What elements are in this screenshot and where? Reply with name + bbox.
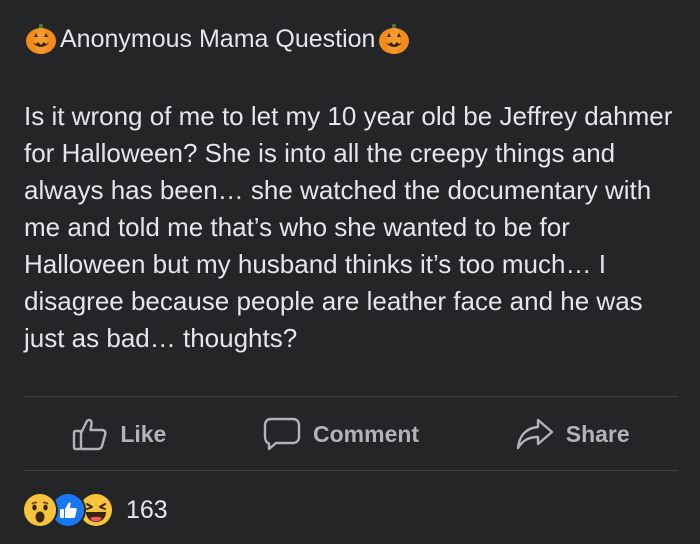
thumbs-up-icon: [72, 417, 108, 451]
post-actions: Like Comment Share: [24, 398, 678, 470]
like-button[interactable]: Like: [72, 417, 166, 451]
wow-emoji-icon: [22, 492, 58, 528]
divider: [24, 470, 678, 471]
post-header: Anonymous Mama Question: [24, 22, 411, 56]
like-label: Like: [120, 420, 167, 447]
divider: [24, 396, 678, 397]
comment-icon: [263, 417, 301, 451]
post-title: Anonymous Mama Question: [60, 24, 376, 53]
pumpkin-icon: [24, 22, 58, 56]
post-card: Anonymous Mama Question Is it wrong of m…: [0, 0, 700, 544]
share-icon: [516, 417, 554, 451]
post-body: Is it wrong of me to let my 10 year old …: [24, 101, 673, 353]
comment-button[interactable]: Comment: [263, 417, 419, 451]
comment-label: Comment: [313, 420, 420, 447]
share-button[interactable]: Share: [516, 417, 630, 451]
reaction-summary[interactable]: 163: [22, 492, 168, 528]
reaction-count: 163: [126, 495, 168, 524]
pumpkin-icon: [377, 22, 411, 56]
share-label: Share: [565, 420, 630, 447]
